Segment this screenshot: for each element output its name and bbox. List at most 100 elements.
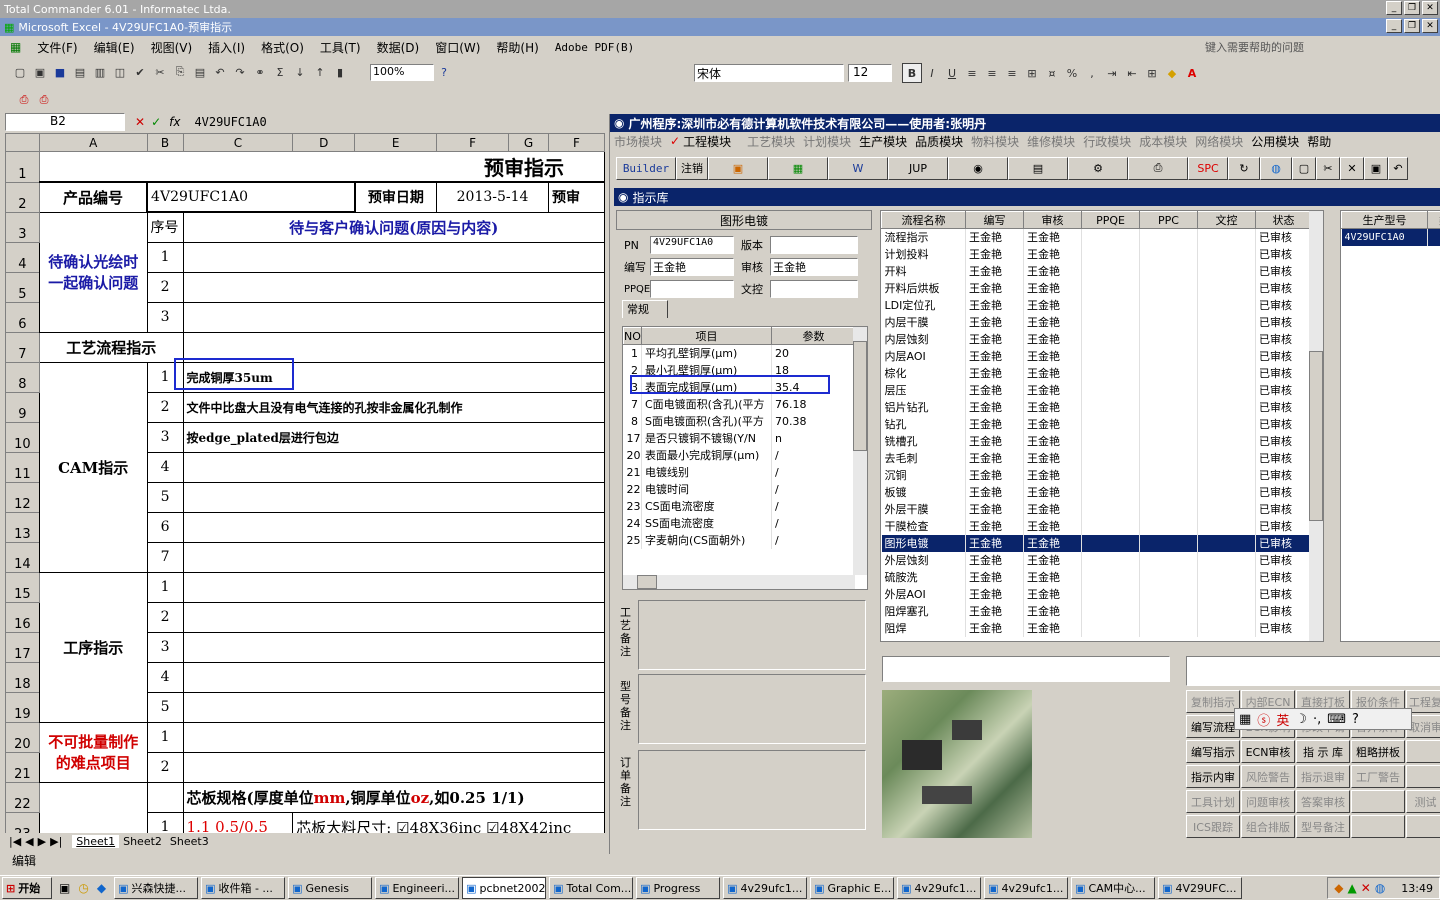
- cell[interactable]: [182, 631, 605, 663]
- flow-status[interactable]: 已审核: [1255, 296, 1312, 314]
- seq-label[interactable]: 序号: [146, 211, 184, 243]
- row-header[interactable]: 2: [5, 181, 40, 213]
- cam-label[interactable]: CAM指示: [38, 361, 148, 573]
- excel-export-icon[interactable]: ▦: [768, 156, 828, 180]
- flow-writer[interactable]: 王金艳: [965, 534, 1024, 552]
- menu-craft[interactable]: 工艺模块: [747, 133, 795, 150]
- row-header[interactable]: 13: [5, 511, 40, 543]
- tray-icon[interactable]: ◍: [1375, 881, 1385, 895]
- cell[interactable]: [182, 451, 605, 483]
- flow-ppqe[interactable]: [1081, 500, 1140, 518]
- seq-cell[interactable]: 4: [146, 661, 184, 693]
- flow-ppc[interactable]: [1139, 500, 1198, 518]
- tool-icon[interactable]: ▣: [708, 156, 768, 180]
- flow-wenkong[interactable]: [1197, 415, 1256, 433]
- menu-admin[interactable]: 行政模块: [1083, 133, 1131, 150]
- param-row[interactable]: 8 S面电镀面积(含孔)(平方 70.38: [623, 412, 856, 430]
- flow-wenkong[interactable]: [1197, 245, 1256, 263]
- flow-wenkong[interactable]: [1197, 602, 1256, 620]
- flow-checker[interactable]: 王金艳: [1023, 330, 1082, 348]
- action-button[interactable]: [1406, 740, 1440, 763]
- flow-ppc[interactable]: [1139, 568, 1198, 586]
- wenkong-field[interactable]: [770, 280, 858, 298]
- hscroll-thumb[interactable]: [637, 575, 657, 589]
- flow-ppqe[interactable]: [1081, 279, 1140, 297]
- col-header[interactable]: E: [354, 133, 438, 152]
- hard-label[interactable]: 不可批量制作的难点项目: [38, 721, 148, 783]
- confirm-header[interactable]: 待与客户确认问题(原因与内容): [182, 211, 605, 243]
- flow-wenkong[interactable]: [1197, 585, 1256, 603]
- flow-row[interactable]: 沉铜 王金艳 王金艳 已审核: [881, 466, 1312, 484]
- param-row[interactable]: 25 字麦朝向(CS面朝外) /: [623, 531, 856, 549]
- param-row[interactable]: 21 电镀线别 /: [623, 463, 856, 481]
- sheet-title[interactable]: 预审指示: [38, 151, 605, 183]
- flow-ppqe[interactable]: [1081, 313, 1140, 331]
- restore-icon[interactable]: ❐: [1404, 19, 1420, 33]
- col-header[interactable]: A: [38, 133, 148, 152]
- flow-checker[interactable]: 王金艳: [1023, 517, 1082, 535]
- ime-grid-icon[interactable]: ▦: [1239, 712, 1251, 727]
- flow-status[interactable]: 已审核: [1255, 330, 1312, 348]
- taskbar-item[interactable]: ▣ pcbnet2002: [462, 877, 547, 899]
- flow-name[interactable]: 阻焊塞孔: [881, 602, 966, 620]
- flow-writer[interactable]: 王金艳: [965, 449, 1024, 467]
- flow-row[interactable]: 外层干膜 王金艳 王金艳 已审核: [881, 500, 1312, 518]
- flow-row[interactable]: 内层干膜 王金艳 王金艳 已审核: [881, 313, 1312, 331]
- indent-icon[interactable]: ⇥: [1102, 63, 1122, 83]
- param-value[interactable]: 20: [771, 344, 856, 362]
- flow-writer[interactable]: 王金艳: [965, 245, 1024, 263]
- taskbar-item[interactable]: ▣ Genesis: [288, 877, 373, 899]
- flow-row[interactable]: 内层AOI 王金艳 王金艳 已审核: [881, 347, 1312, 365]
- flow-wenkong[interactable]: [1197, 517, 1256, 535]
- preview-icon[interactable]: ◫: [110, 62, 130, 82]
- flow-checker[interactable]: 王金艳: [1023, 483, 1082, 501]
- flow-row[interactable]: 层压 王金艳 王金艳 已审核: [881, 381, 1312, 399]
- flow-name[interactable]: 铝片钻孔: [881, 398, 966, 416]
- col-header[interactable]: G: [508, 133, 549, 152]
- sort-desc-icon[interactable]: ↑: [310, 62, 330, 82]
- flow-name[interactable]: 去毛刺: [881, 449, 966, 467]
- param-item[interactable]: 是否只镀铜不镀锡(Y/N: [641, 429, 772, 447]
- flow-status[interactable]: 已审核: [1255, 347, 1312, 365]
- flow-status[interactable]: 已审核: [1255, 245, 1312, 263]
- menu-public[interactable]: 公用模块: [1251, 133, 1299, 150]
- flow-status[interactable]: 已审核: [1255, 568, 1312, 586]
- flow-wenkong[interactable]: [1197, 296, 1256, 314]
- param-row[interactable]: 1 平均孔壁铜厚(μm) 20: [623, 344, 856, 362]
- flow-status[interactable]: 已审核: [1255, 466, 1312, 484]
- flow-ppqe[interactable]: [1081, 415, 1140, 433]
- param-no[interactable]: 20: [623, 446, 642, 464]
- col-header[interactable]: C: [182, 133, 294, 152]
- jup-button[interactable]: JUP: [888, 156, 948, 180]
- cell[interactable]: [182, 271, 605, 303]
- flow-status[interactable]: 已审核: [1255, 585, 1312, 603]
- flow-ppqe[interactable]: [1081, 466, 1140, 484]
- menu-production[interactable]: 生产模块: [859, 133, 907, 150]
- param-value[interactable]: 70.38: [771, 412, 856, 430]
- flow-ppqe[interactable]: [1081, 449, 1140, 467]
- align-right-icon[interactable]: ≡: [1002, 63, 1022, 83]
- flow-ppc[interactable]: [1139, 415, 1198, 433]
- craft-note-field[interactable]: [638, 600, 866, 670]
- row-header[interactable]: 17: [5, 631, 40, 663]
- menu-adobe-pdf[interactable]: Adobe PDF(B): [555, 41, 634, 54]
- flow-checker[interactable]: 王金艳: [1023, 619, 1082, 637]
- param-value[interactable]: /: [771, 480, 856, 498]
- action-button[interactable]: 型号备注: [1296, 815, 1350, 838]
- taskbar-item[interactable]: ▣ Graphic E...: [810, 877, 895, 899]
- flow-writer[interactable]: 王金艳: [965, 466, 1024, 484]
- writer-field[interactable]: 王金艳: [650, 258, 734, 276]
- param-value[interactable]: /: [771, 463, 856, 481]
- flow-ppc[interactable]: [1139, 398, 1198, 416]
- tray-icon[interactable]: ◆: [1334, 881, 1343, 895]
- col-header[interactable]: F: [548, 133, 605, 152]
- model-note-field[interactable]: [638, 674, 866, 744]
- action-button[interactable]: 答案审核: [1296, 790, 1350, 813]
- menu-material[interactable]: 物料模块: [971, 133, 1019, 150]
- seq-cell[interactable]: 6: [146, 511, 184, 543]
- row-header[interactable]: 3: [5, 211, 40, 243]
- row-header[interactable]: 15: [5, 571, 40, 603]
- flow-status[interactable]: 已审核: [1255, 619, 1312, 637]
- row-header[interactable]: 10: [5, 421, 40, 453]
- flow-ppqe[interactable]: [1081, 262, 1140, 280]
